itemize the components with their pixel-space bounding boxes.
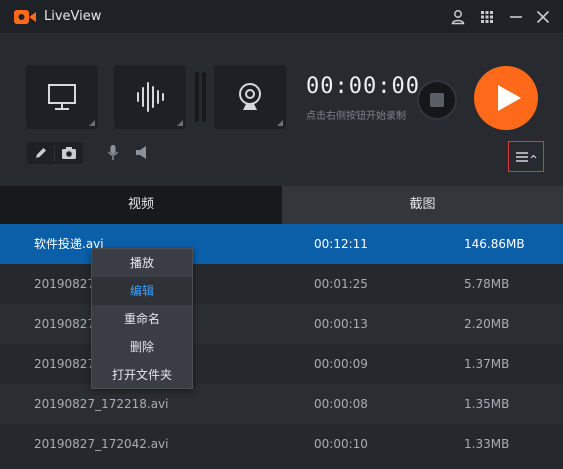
camera-icon[interactable]	[61, 146, 77, 160]
dropdown-corner-icon	[277, 120, 283, 126]
recording-hint: 点击右侧按钮开始录制	[306, 111, 406, 122]
user-icon[interactable]	[450, 9, 466, 25]
play-icon	[498, 85, 521, 111]
file-name: 20190827_172042.avi	[34, 437, 169, 451]
context-menu: 播放 编辑 重命名 删除 打开文件夹	[91, 248, 193, 389]
pencil-icon[interactable]	[34, 146, 48, 160]
menu-toggle-button[interactable]	[508, 141, 544, 172]
menu-item-play[interactable]: 播放	[92, 249, 192, 277]
file-duration: 00:00:13	[314, 317, 368, 331]
volume-bar[interactable]	[195, 72, 199, 122]
volume-bar[interactable]	[202, 72, 206, 122]
table-row[interactable]: 20190827_172042.avi 00:00:10 1.33MB	[0, 424, 563, 464]
speaker-icon[interactable]	[135, 145, 149, 160]
file-duration: 00:00:09	[314, 357, 368, 371]
file-size: 146.86MB	[464, 237, 525, 251]
recording-control-panel: 00:00:00 点击右侧按钮开始录制	[0, 34, 563, 186]
tab-screenshot[interactable]: 截图	[282, 186, 563, 224]
file-duration: 00:00:08	[314, 397, 368, 411]
camera-logo-icon	[14, 10, 36, 24]
audio-source-button[interactable]	[114, 65, 186, 129]
file-size: 1.33MB	[464, 437, 510, 451]
menu-item-open-folder[interactable]: 打开文件夹	[92, 361, 192, 389]
table-row[interactable]: 20190827_172218.avi 00:00:08 1.35MB	[0, 384, 563, 424]
dropdown-corner-icon	[177, 120, 183, 126]
table-row[interactable]: 软件投递.avi 00:12:11 146.86MB	[0, 224, 563, 264]
start-record-button[interactable]	[474, 66, 538, 130]
file-size: 1.37MB	[464, 357, 510, 371]
tab-video[interactable]: 视频	[0, 186, 282, 224]
file-duration: 00:01:25	[314, 277, 368, 291]
webcam-source-button[interactable]	[214, 65, 286, 129]
table-row[interactable]: 20190827_ 00:01:25 5.78MB	[0, 264, 563, 304]
tab-bar: 视频 截图	[0, 186, 563, 224]
recording-list: 软件投递.avi 00:12:11 146.86MB 20190827_ 00:…	[0, 224, 563, 469]
annotation-tools	[27, 142, 83, 164]
audio-wave-icon	[137, 82, 164, 112]
table-row[interactable]: 20190827_ 00:00:09 1.37MB	[0, 344, 563, 384]
screen-source-button[interactable]	[26, 65, 98, 129]
file-size: 2.20MB	[464, 317, 510, 331]
minimize-icon[interactable]	[508, 9, 524, 25]
file-duration: 00:12:11	[314, 237, 368, 251]
dropdown-corner-icon	[89, 120, 95, 126]
table-row[interactable]: 20190827_ 00:00:13 2.20MB	[0, 304, 563, 344]
grid-icon[interactable]	[479, 9, 495, 25]
recording-timer: 00:00:00	[306, 74, 420, 99]
divider	[54, 145, 55, 161]
hamburger-menu-icon	[516, 152, 537, 162]
stop-button[interactable]	[417, 80, 457, 120]
webcam-icon	[239, 83, 261, 110]
close-icon[interactable]	[535, 9, 551, 25]
file-size: 5.78MB	[464, 277, 510, 291]
stop-icon	[430, 93, 444, 107]
app-title: LiveView	[44, 9, 102, 24]
monitor-icon	[48, 84, 76, 110]
title-bar: LiveView	[0, 0, 563, 34]
menu-item-edit[interactable]: 编辑	[92, 277, 192, 305]
menu-item-rename[interactable]: 重命名	[92, 305, 192, 333]
file-name: 20190827_172218.avi	[34, 397, 169, 411]
microphone-icon[interactable]	[107, 144, 119, 161]
menu-item-delete[interactable]: 删除	[92, 333, 192, 361]
file-duration: 00:00:10	[314, 437, 368, 451]
file-size: 1.35MB	[464, 397, 510, 411]
